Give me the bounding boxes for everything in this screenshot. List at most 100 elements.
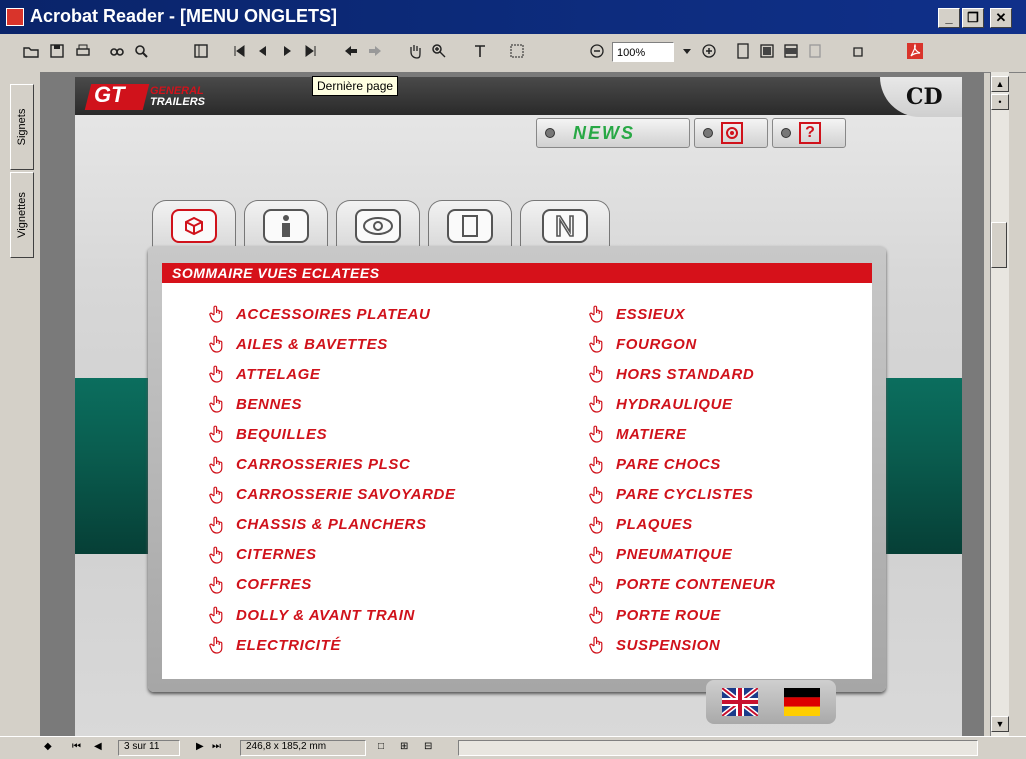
horizontal-scrollbar[interactable] — [458, 740, 978, 756]
save-icon[interactable] — [46, 40, 68, 62]
tab-information[interactable] — [244, 200, 328, 250]
led-icon — [703, 128, 713, 138]
index-link-item[interactable]: SUSPENSION — [588, 633, 720, 657]
index-link-item[interactable]: BENNES — [208, 392, 302, 416]
nav-first-icon[interactable]: ◆ — [44, 741, 52, 752]
target-button[interactable] — [694, 118, 768, 148]
page-icon — [447, 208, 493, 243]
go-back-icon[interactable] — [340, 40, 362, 62]
fit-width-icon[interactable] — [780, 40, 802, 62]
zoom-dropdown-icon[interactable] — [676, 40, 698, 62]
tab-news[interactable] — [520, 200, 610, 250]
acrobat-logo-icon[interactable] — [904, 40, 926, 62]
zoom-out-icon[interactable] — [586, 40, 608, 62]
index-link-label: ACCESSOIRES PLATEAU — [236, 305, 431, 323]
index-link-item[interactable]: PORTE CONTENEUR — [588, 573, 776, 597]
rotate-icon[interactable] — [848, 40, 870, 62]
previous-page-icon[interactable] — [252, 40, 274, 62]
next-page-icon[interactable] — [276, 40, 298, 62]
index-link-item[interactable]: ATTELAGE — [208, 362, 321, 386]
tab-view[interactable] — [336, 200, 420, 250]
logo-line2: TRAILERS — [150, 96, 205, 108]
index-link-item[interactable]: ESSIEUX — [588, 302, 685, 326]
tab-document[interactable] — [428, 200, 512, 250]
index-link-item[interactable]: PARE CHOCS — [588, 453, 721, 477]
english-flag-icon[interactable] — [720, 686, 760, 718]
zoom-level-field[interactable]: 100% — [612, 42, 674, 62]
actual-size-icon[interactable] — [732, 40, 754, 62]
hand-tool-icon[interactable] — [404, 40, 426, 62]
index-link-item[interactable]: CITERNES — [208, 543, 317, 567]
scroll-down-arrow-icon[interactable]: ▼ — [991, 716, 1009, 732]
index-link-item[interactable]: CHASSIS & PLANCHERS — [208, 513, 427, 537]
last-page-icon[interactable] — [300, 40, 322, 62]
index-link-label: CITERNES — [236, 546, 317, 564]
minimize-button[interactable]: _ — [938, 8, 960, 28]
index-link-item[interactable]: HORS STANDARD — [588, 362, 754, 386]
index-link-item[interactable]: CARROSSERIES PLSC — [208, 453, 410, 477]
status-last-page-icon[interactable]: ⏭ — [212, 741, 221, 752]
zoom-tool-icon[interactable] — [428, 40, 450, 62]
target-icon — [721, 122, 743, 144]
help-button[interactable]: ? — [772, 118, 846, 148]
tab-exploded-views[interactable] — [152, 200, 236, 250]
scrollbar-thumb[interactable] — [991, 222, 1007, 268]
maximize-button[interactable]: ❐ — [962, 8, 984, 28]
facing-icon[interactable]: ⊟ — [424, 741, 432, 752]
index-link-item[interactable]: PARE CYCLISTES — [588, 483, 753, 507]
toolbar: 100% — [0, 34, 1026, 73]
tab-bookmarks[interactable]: Signets — [10, 84, 34, 170]
scroll-page-up-icon[interactable]: • — [991, 94, 1009, 110]
fit-page-icon[interactable] — [756, 40, 778, 62]
index-link-item[interactable]: PLAQUES — [588, 513, 693, 537]
text-select-icon[interactable] — [470, 40, 492, 62]
info-icon — [263, 208, 309, 243]
status-next-page-icon[interactable]: ▶ — [196, 741, 204, 752]
tab-thumbnails[interactable]: Vignettes — [10, 172, 34, 258]
index-link-item[interactable]: CARROSSERIE SAVOYARDE — [208, 483, 456, 507]
german-flag-icon[interactable] — [784, 688, 820, 716]
index-link-item[interactable]: FOURGON — [588, 332, 697, 356]
index-link-item[interactable]: ELECTRICITÉ — [208, 633, 341, 657]
graphics-select-icon[interactable] — [506, 40, 528, 62]
go-forward-icon — [364, 40, 386, 62]
help-icon: ? — [799, 122, 821, 144]
scroll-up-arrow-icon[interactable]: ▲ — [991, 76, 1009, 92]
index-link-item[interactable]: HYDRAULIQUE — [588, 392, 733, 416]
search-icon[interactable] — [130, 40, 152, 62]
news-button[interactable]: NEWS — [536, 118, 690, 148]
open-icon[interactable] — [20, 40, 42, 62]
hand-pointer-icon — [588, 304, 606, 324]
index-link-label: PARE CYCLISTES — [616, 486, 754, 504]
hand-pointer-icon — [588, 394, 606, 414]
hand-pointer-icon — [588, 545, 606, 565]
index-link-item[interactable]: PNEUMATIQUE — [588, 543, 732, 567]
hand-pointer-icon — [588, 575, 606, 595]
index-link-item[interactable]: DOLLY & AVANT TRAIN — [208, 603, 415, 627]
hand-pointer-icon — [208, 575, 226, 595]
index-link-item[interactable]: BEQUILLES — [208, 422, 327, 446]
vertical-scrollbar[interactable]: ▲ • ▼ — [990, 72, 1009, 736]
close-button[interactable]: ✕ — [990, 8, 1012, 28]
index-link-item[interactable]: COFFRES — [208, 573, 312, 597]
zoom-in-icon[interactable] — [698, 40, 720, 62]
hand-pointer-icon — [588, 515, 606, 535]
index-link-item[interactable]: ACCESSOIRES PLATEAU — [208, 302, 430, 326]
index-link-item[interactable]: MATIERE — [588, 422, 687, 446]
index-link-item[interactable]: AILES & BAVETTES — [208, 332, 388, 356]
index-link-label: PARE CHOCS — [616, 456, 721, 473]
print-icon[interactable] — [72, 40, 94, 62]
show-panel-icon[interactable] — [190, 40, 212, 62]
first-page-icon[interactable] — [228, 40, 250, 62]
hand-pointer-icon — [588, 485, 606, 505]
find-icon[interactable] — [106, 40, 128, 62]
status-first-page-icon[interactable]: ⏮ — [72, 741, 81, 752]
index-link-label: PORTE CONTENEUR — [616, 576, 776, 594]
continuous-icon[interactable]: ⊞ — [400, 741, 408, 752]
single-page-icon[interactable]: □ — [378, 741, 384, 752]
status-prev-page-icon[interactable]: ◀ — [94, 741, 102, 752]
fit-visible-icon[interactable] — [804, 40, 826, 62]
hand-pointer-icon — [588, 635, 606, 655]
logo-mark: GT — [94, 82, 125, 107]
index-link-item[interactable]: PORTE ROUE — [588, 603, 721, 627]
